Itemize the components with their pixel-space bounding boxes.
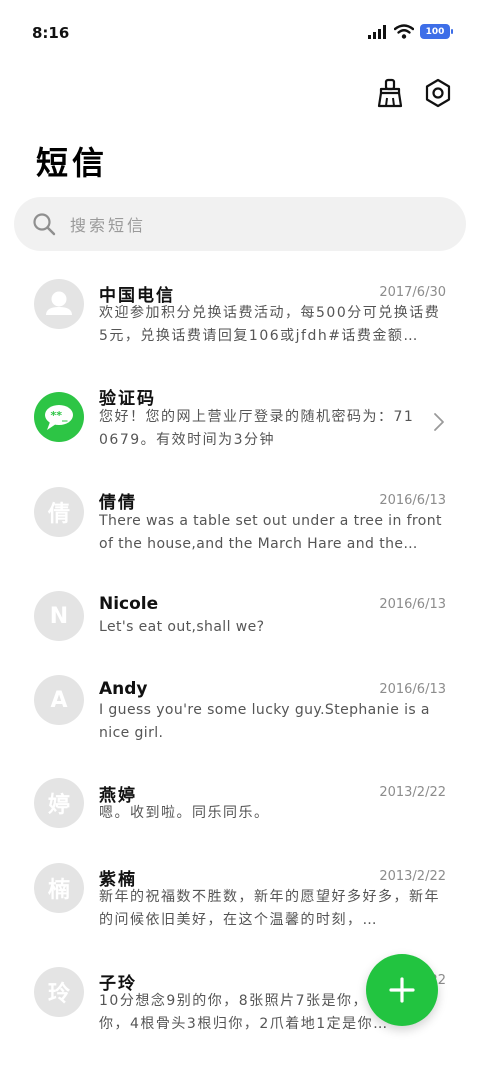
settings-button[interactable] — [422, 76, 454, 110]
list-item[interactable]: 楠 紫楠 2013/2/22 新年的祝福数不胜数，新年的愿望好多好多，新年的问候… — [0, 850, 480, 954]
list-item[interactable]: **_ 验证码 您好！您的网上营业厅登录的随机密码为：710679。有效时间为3… — [0, 366, 480, 470]
avatar: N — [34, 591, 84, 641]
battery-icon: 100 — [420, 24, 453, 39]
message-preview: 嗯。收到啦。同乐同乐。 — [99, 805, 270, 821]
settings-icon — [425, 78, 451, 108]
broom-icon — [377, 78, 403, 108]
search-input[interactable]: 搜索短信 — [14, 197, 466, 251]
search-placeholder: 搜索短信 — [70, 216, 147, 235]
svg-text:**_: **_ — [50, 409, 68, 422]
avatar: 倩 — [34, 487, 84, 537]
status-icons: 100 — [368, 24, 453, 39]
list-item[interactable]: A Andy 2016/6/13 I guess you're some luc… — [0, 660, 480, 764]
new-message-button[interactable] — [366, 954, 438, 1026]
person-icon — [46, 291, 72, 315]
avatar: 婷 — [34, 778, 84, 828]
chat-bubble-icon: **_ — [45, 405, 73, 430]
message-preview: There was a table set out under a tree i… — [99, 513, 442, 552]
search-icon — [33, 213, 56, 236]
wifi-icon — [394, 24, 414, 39]
message-preview: 您好！您的网上营业厅登录的随机密码为：710679。有效时间为3分钟 — [99, 409, 415, 448]
avatar — [34, 279, 84, 329]
message-date: 2016/6/13 — [379, 597, 446, 612]
chevron-right-icon — [434, 413, 444, 431]
list-item[interactable]: 倩 倩倩 2016/6/13 There was a table set out… — [0, 470, 480, 574]
message-date: 2013/2/22 — [379, 869, 446, 884]
avatar: 玲 — [34, 967, 84, 1017]
avatar: **_ — [34, 392, 84, 442]
signal-icon — [368, 24, 386, 39]
sender-name: Andy — [99, 679, 148, 699]
status-time: 8:16 — [32, 24, 70, 42]
list-item[interactable]: N Nicole 2016/6/13 Let's eat out,shall w… — [0, 574, 480, 660]
list-item[interactable]: 婷 燕婷 2013/2/22 嗯。收到啦。同乐同乐。 — [0, 764, 480, 850]
sender-name: Nicole — [99, 594, 159, 614]
message-preview: 新年的祝福数不胜数，新年的愿望好多好多，新年的问候依旧美好，在这个温馨的时刻，… — [99, 889, 440, 928]
page-title: 短信 — [36, 144, 109, 182]
message-date: 2016/6/13 — [379, 682, 446, 697]
avatar: A — [34, 675, 84, 725]
avatar: 楠 — [34, 863, 84, 913]
header-actions — [374, 76, 454, 110]
message-date: 2013/2/22 — [379, 785, 446, 800]
message-preview: I guess you're some lucky guy.Stephanie … — [99, 702, 430, 741]
status-bar: 8:16 100 — [0, 0, 480, 68]
clean-button[interactable] — [374, 76, 406, 110]
plus-icon — [389, 977, 415, 1003]
message-date: 2017/6/30 — [379, 285, 446, 300]
message-date: 2016/6/13 — [379, 493, 446, 508]
battery-level: 100 — [425, 26, 445, 37]
message-preview: 欢迎参加积分兑换话费活动，每500分可兑换话费5元，兑换话费请回复106或jfd… — [99, 305, 441, 344]
message-preview: Let's eat out,shall we? — [99, 619, 265, 635]
list-item[interactable]: 中国电信 2017/6/30 欢迎参加积分兑换话费活动，每500分可兑换话费5元… — [0, 262, 480, 366]
